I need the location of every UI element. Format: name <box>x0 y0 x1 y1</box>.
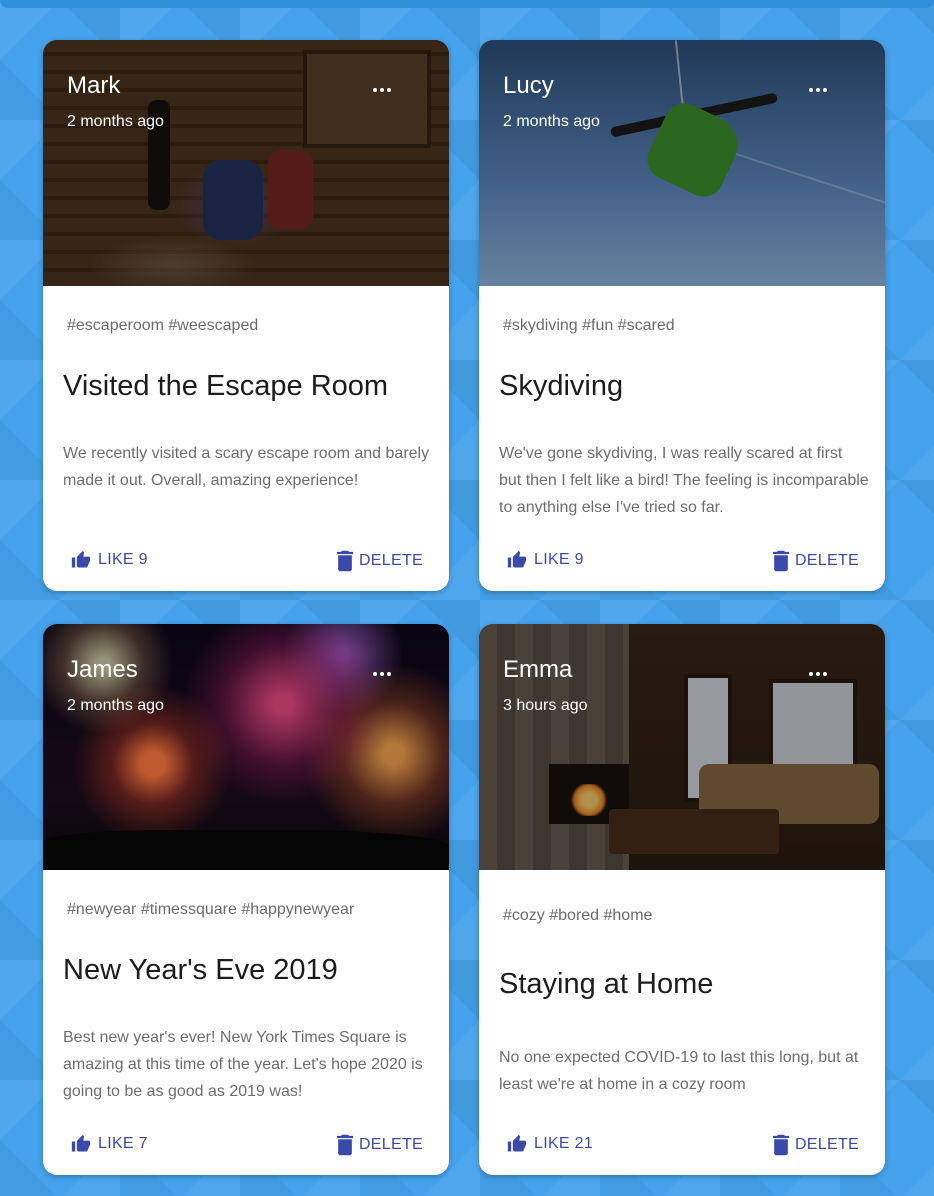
post-time: 3 hours ago <box>503 697 588 714</box>
like-label: LIKE 7 <box>98 1135 148 1152</box>
more-horizontal-icon[interactable] <box>373 670 397 678</box>
thumb-up-icon <box>507 550 527 568</box>
post-tags: #escaperoom #weescaped <box>67 317 259 334</box>
post-card: Mark 2 months ago #escaperoom #weescaped… <box>43 40 449 591</box>
trash-icon <box>336 550 353 572</box>
more-horizontal-icon[interactable] <box>373 86 397 94</box>
post-image: Mark 2 months ago <box>43 40 449 286</box>
like-button[interactable]: LIKE 9 <box>70 550 148 570</box>
trash-icon <box>772 1134 789 1156</box>
trash-icon <box>336 1134 353 1156</box>
like-button[interactable]: LIKE 21 <box>506 1134 593 1154</box>
post-time: 2 months ago <box>67 113 164 130</box>
delete-label: DELETE <box>358 552 423 569</box>
like-label: LIKE 21 <box>534 1135 594 1152</box>
post-message: No one expected COVID-19 to last this lo… <box>499 1049 859 1093</box>
post-message: We recently visited a scary escape room … <box>63 445 430 489</box>
post-author: Lucy <box>503 72 554 99</box>
post-card: Emma 3 hours ago #cozy #bored #home Stay… <box>479 624 885 1175</box>
post-message: We've gone skydiving, I was really scare… <box>499 445 869 516</box>
delete-button[interactable]: DELETE <box>772 1134 859 1156</box>
post-message: Best new year's ever! New York Times Squ… <box>63 1029 423 1100</box>
post-title: Visited the Escape Room <box>63 370 389 402</box>
delete-label: DELETE <box>794 552 859 569</box>
like-button[interactable]: LIKE 9 <box>506 550 584 570</box>
delete-label: DELETE <box>358 1136 423 1153</box>
post-time: 2 months ago <box>503 113 600 130</box>
post-image: James 2 months ago <box>43 624 449 870</box>
post-image: Emma 3 hours ago <box>479 624 885 870</box>
trash-icon <box>772 550 789 572</box>
like-button[interactable]: LIKE 7 <box>70 1134 148 1154</box>
thumb-up-icon <box>71 550 91 568</box>
more-horizontal-icon[interactable] <box>809 86 833 94</box>
post-author: James <box>67 656 138 683</box>
post-author: Mark <box>67 72 121 99</box>
post-time: 2 months ago <box>67 697 164 714</box>
post-card: James 2 months ago #newyear #timessquare… <box>43 624 449 1175</box>
post-title: Skydiving <box>499 370 624 402</box>
post-tags: #skydiving #fun #scared <box>503 317 675 334</box>
delete-button[interactable]: DELETE <box>772 550 859 572</box>
delete-button[interactable]: DELETE <box>336 1134 423 1156</box>
delete-label: DELETE <box>794 1136 859 1153</box>
more-horizontal-icon[interactable] <box>809 670 833 678</box>
delete-button[interactable]: DELETE <box>336 550 423 572</box>
thumb-up-icon <box>71 1134 91 1152</box>
like-label: LIKE 9 <box>534 551 584 568</box>
post-author: Emma <box>503 656 573 683</box>
top-app-bar <box>0 0 934 8</box>
thumb-up-icon <box>507 1134 527 1152</box>
post-image: Lucy 2 months ago <box>479 40 885 286</box>
post-tags: #cozy #bored #home <box>503 907 653 924</box>
post-tags: #newyear #timessquare #happynewyear <box>67 901 355 918</box>
like-label: LIKE 9 <box>98 551 148 568</box>
post-title: Staying at Home <box>499 968 714 1000</box>
post-card: Lucy 2 months ago #skydiving #fun #scare… <box>479 40 885 591</box>
post-title: New Year's Eve 2019 <box>63 954 338 986</box>
